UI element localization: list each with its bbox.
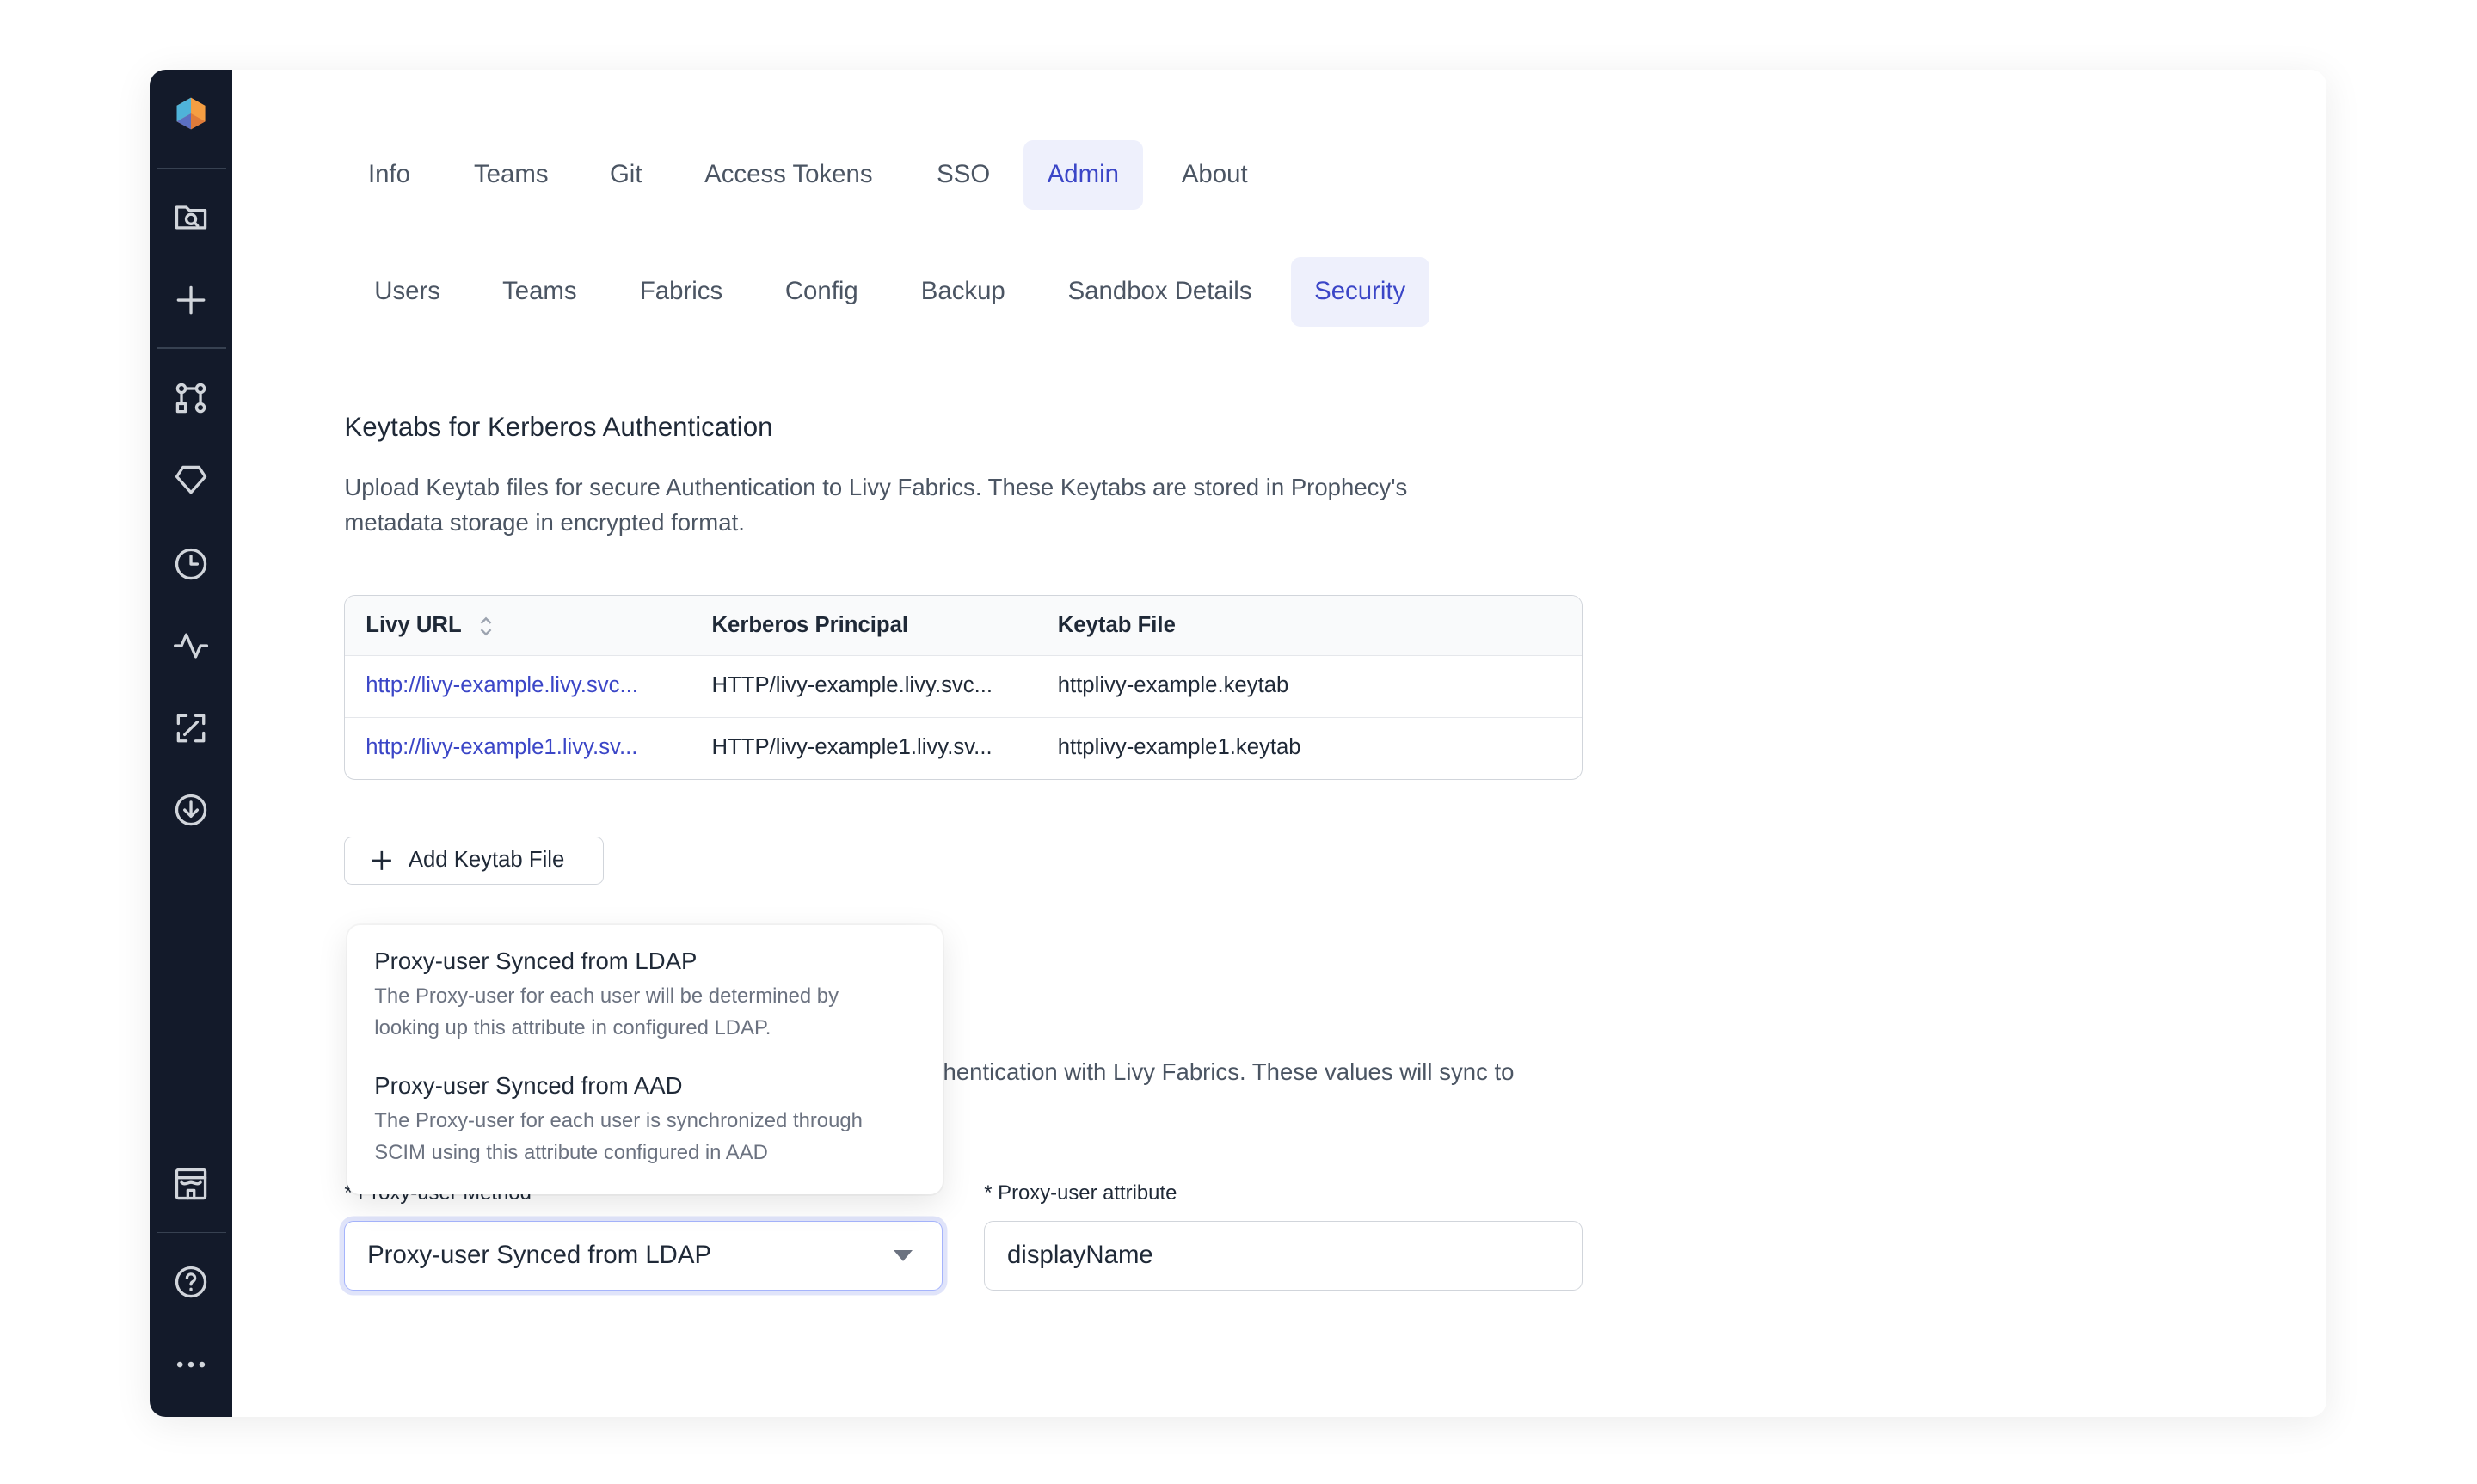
subtab-users[interactable]: Users (351, 257, 464, 327)
add-keytab-file-label: Add Keytab File (408, 848, 565, 873)
lineage-icon[interactable] (169, 706, 213, 750)
proxy-description: hentication with Livy Fabrics. These val… (943, 1058, 1515, 1085)
table-header: Livy URL Kerberos Principal Keytab File (345, 596, 1583, 657)
keytabs-description-2: metadata storage in encrypted format. (344, 508, 745, 536)
proxy-method-select[interactable]: Proxy-user Synced from LDAP (344, 1220, 943, 1291)
tab-access-tokens[interactable]: Access Tokens (681, 140, 896, 210)
clock-icon[interactable] (169, 542, 213, 586)
gem-icon[interactable] (169, 458, 213, 502)
folder-search-icon[interactable] (169, 194, 213, 238)
option-ldap[interactable]: Proxy-user Synced from LDAP The Proxy-us… (374, 947, 839, 1045)
keytabs-description-1: Upload Keytab files for secure Authentic… (344, 474, 1408, 501)
tab-admin[interactable]: Admin (1023, 140, 1143, 211)
proxy-attribute-input[interactable]: displayName (984, 1220, 1583, 1291)
plus-icon[interactable] (169, 278, 213, 322)
subtab-fabrics[interactable]: Fabrics (616, 257, 746, 327)
proxy-method-dropdown-menu: Proxy-user Synced from LDAP The Proxy-us… (347, 925, 943, 1194)
subtab-config[interactable]: Config (761, 257, 882, 327)
prophecy-logo-icon[interactable] (169, 92, 213, 136)
caret-down-icon (893, 1249, 913, 1261)
subtab-sandbox-details[interactable]: Sandbox Details (1044, 257, 1275, 327)
add-keytab-file-button[interactable]: Add Keytab File (344, 837, 604, 885)
tab-sso[interactable]: SSO (913, 140, 1014, 210)
keytab-file: httplivy-example1.keytab (1057, 734, 1301, 759)
help-icon[interactable] (169, 1260, 213, 1304)
marketplace-icon[interactable] (169, 1162, 213, 1206)
table-row: http://livy-example1.livy.sv... HTTP/liv… (345, 718, 1582, 779)
livy-url-link[interactable]: http://livy-example1.livy.sv... (366, 718, 637, 778)
keytabs-table: Livy URL Kerberos Principal Keytab File … (344, 595, 1583, 781)
option-aad[interactable]: Proxy-user Synced from AAD The Proxy-use… (374, 1072, 863, 1169)
keytabs-title: Keytabs for Kerberos Authentication (344, 412, 773, 443)
pipeline-icon[interactable] (169, 376, 213, 420)
column-livy-url[interactable]: Livy URL (366, 596, 495, 656)
proxy-attribute-label: * Proxy-user attribute (984, 1180, 1177, 1205)
column-keytab-file: Keytab File (1057, 613, 1176, 638)
plus-icon (372, 850, 391, 870)
tab-info[interactable]: Info (344, 140, 433, 210)
download-circle-icon[interactable] (169, 788, 213, 832)
livy-url-link[interactable]: http://livy-example.livy.svc... (366, 656, 638, 716)
keytab-file: httplivy-example.keytab (1057, 673, 1289, 698)
sort-icon[interactable] (476, 612, 495, 641)
subtab-teams[interactable]: Teams (479, 257, 601, 327)
tab-teams[interactable]: Teams (450, 140, 572, 210)
tab-about[interactable]: About (1158, 140, 1271, 210)
activity-icon[interactable] (169, 623, 213, 667)
column-kerberos-principal: Kerberos Principal (711, 613, 909, 638)
subtab-backup[interactable]: Backup (897, 257, 1029, 327)
kerberos-principal: HTTP/livy-example1.livy.sv... (711, 734, 993, 759)
more-icon[interactable] (169, 1342, 213, 1386)
kerberos-principal: HTTP/livy-example.livy.svc... (711, 673, 993, 698)
table-row: http://livy-example.livy.svc... HTTP/liv… (345, 656, 1583, 718)
subtab-security[interactable]: Security (1290, 257, 1429, 328)
tab-git[interactable]: Git (586, 140, 666, 210)
sidebar (150, 69, 232, 1417)
